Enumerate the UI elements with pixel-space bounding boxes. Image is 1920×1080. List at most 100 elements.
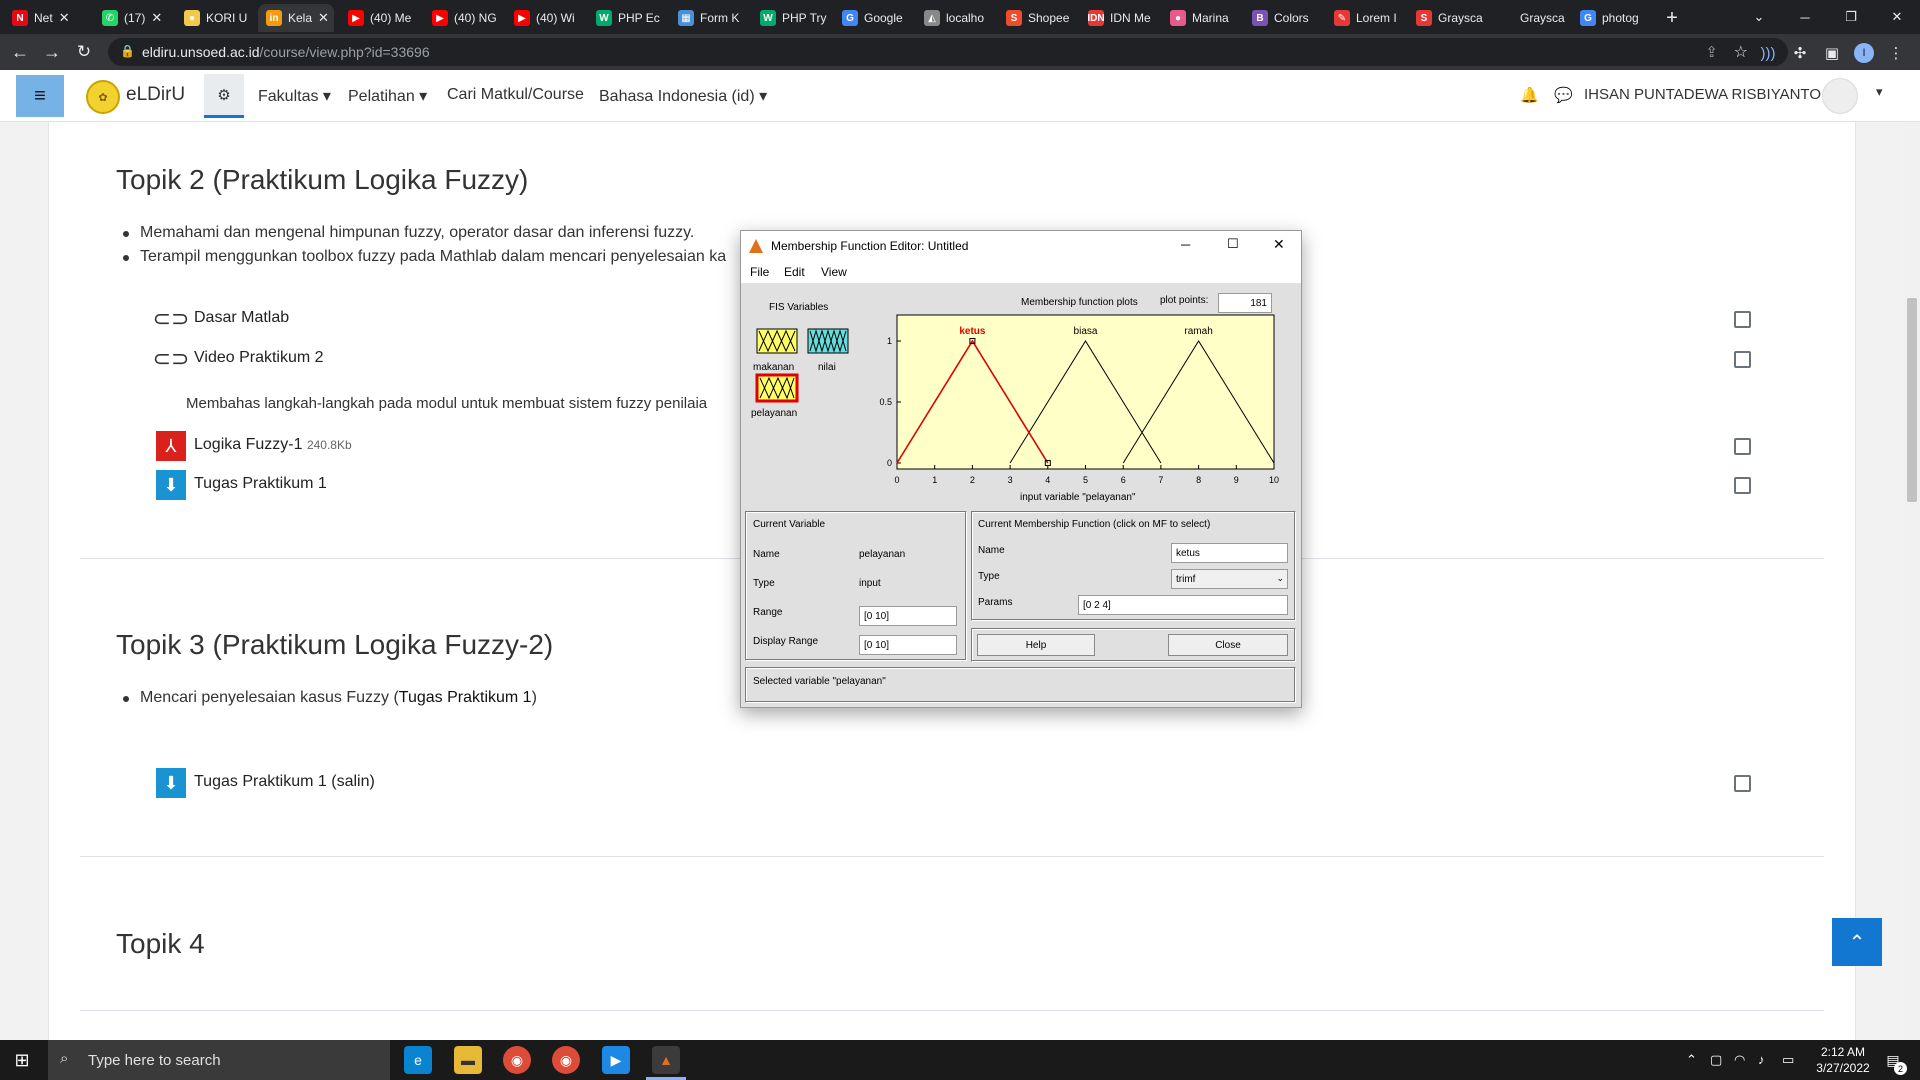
admin-cogs-icon[interactable]: ⚙ [204, 74, 244, 118]
battery-icon[interactable]: ▭ [1782, 1052, 1794, 1068]
minimize-icon[interactable]: ─ [1181, 237, 1190, 252]
extensions-puzzle-icon[interactable]: ✣ [1790, 43, 1810, 63]
edge-icon[interactable]: e [404, 1046, 432, 1074]
assignment-download-icon[interactable]: ⬇ [156, 768, 186, 798]
mf-editor-titlebar[interactable]: Membership Function Editor: Untitled ─ ☐… [741, 231, 1301, 261]
browser-tab[interactable]: ✆ (17) ✕ [94, 4, 170, 32]
user-avatar[interactable] [1822, 78, 1858, 114]
browser-tab[interactable]: ▶ (40) Me [340, 4, 420, 32]
browser-tab[interactable]: ● KORI U [176, 4, 252, 32]
menu-view[interactable]: View [821, 265, 847, 279]
hamburger-menu-icon[interactable]: ≡ [16, 75, 64, 117]
browser-tab[interactable]: W PHP Ec [588, 4, 668, 32]
browser-tab[interactable]: ▦ Form K [670, 4, 750, 32]
messages-icon[interactable]: 💬 [1554, 86, 1573, 104]
nav-fakultas[interactable]: Fakultas ▾ [258, 86, 331, 106]
scrollbar-thumb[interactable] [1907, 298, 1917, 502]
site-brand[interactable]: eLDirU [126, 84, 185, 106]
nav-pelatihan[interactable]: Pelatihan ▾ [348, 86, 427, 106]
input-var-makanan-icon[interactable] [756, 328, 798, 354]
browser-tab[interactable]: Gphotog [1572, 4, 1652, 32]
browser-tab[interactable]: ▶ (40) NG [424, 4, 504, 32]
completion-checkbox[interactable] [1734, 438, 1751, 455]
browser-tab[interactable]: IDN IDN Me [1080, 4, 1160, 32]
scrollbar[interactable] [1904, 122, 1920, 1042]
file-explorer-icon[interactable]: ▬ [454, 1046, 482, 1074]
back-icon[interactable]: ← [8, 40, 32, 64]
browser-tab[interactable]: ● Marina [1162, 4, 1242, 32]
browser-tab[interactable]: ◭ localho [916, 4, 996, 32]
completion-checkbox[interactable] [1734, 351, 1751, 368]
notification-bell-icon[interactable]: 🔔 [1520, 86, 1539, 104]
browser-tab[interactable]: S Graysca [1408, 4, 1488, 32]
menu-edit[interactable]: Edit [784, 265, 805, 279]
assignment-download-icon[interactable]: ⬇ [156, 470, 186, 500]
nav-cari-matkul[interactable]: Cari Matkul/Course [447, 86, 584, 104]
activity-logika-fuzzy-1[interactable]: Logika Fuzzy-1 240.8Kb [194, 436, 352, 454]
site-logo[interactable]: ✿ [86, 80, 120, 114]
plot-points-input[interactable]: 181 [1218, 293, 1272, 313]
back-to-top-button[interactable]: ⌃ [1832, 918, 1882, 966]
maximize-icon[interactable]: ☐ [1227, 236, 1239, 252]
pdf-icon[interactable]: ⅄ [156, 431, 186, 461]
mf-name-input[interactable]: ketus [1171, 543, 1288, 563]
tab-close-icon[interactable]: ✕ [151, 10, 162, 26]
tab-close-icon[interactable]: ✕ [318, 10, 329, 26]
output-var-nilai-icon[interactable] [807, 328, 849, 354]
activity-tugas-praktikum-1[interactable]: Tugas Praktikum 1 [194, 475, 327, 493]
close-window-icon[interactable]: ✕ [1874, 0, 1920, 34]
mf-label-biasa[interactable]: biasa [1074, 326, 1098, 337]
mf-type-select[interactable]: trimf ⌄ [1171, 569, 1288, 589]
tray-device-icon[interactable]: ▢ [1710, 1052, 1722, 1068]
link-icon[interactable]: ⊂⊃ [153, 304, 190, 334]
tab-search-icon[interactable]: ⌄ [1736, 0, 1782, 34]
chrome-profile-icon[interactable]: ◉ [552, 1046, 580, 1074]
mf-plot[interactable]: 0 1 2 3 4 5 6 7 8 9 10 1 0.5 0 biasa ramah ketus [870, 312, 1280, 508]
taskbar-clock[interactable]: 2:12 AM 3/27/2022 [1808, 1044, 1878, 1076]
menu-file[interactable]: File [750, 265, 769, 279]
cv-display-range-input[interactable]: [0 10] [859, 635, 957, 655]
browser-tab[interactable]: S Shopee [998, 4, 1078, 32]
activity-tugas-praktikum-1-salin[interactable]: Tugas Praktikum 1 (salin) [194, 773, 375, 791]
bookmark-star-icon[interactable]: ☆ [1734, 42, 1748, 62]
activity-video-praktikum-2[interactable]: Video Praktikum 2 [194, 349, 324, 367]
browser-tab[interactable]: G Google [834, 4, 914, 32]
browser-tab[interactable]: N Net ✕ [4, 4, 88, 32]
browser-tab[interactable]: in Kela ✕ [258, 4, 334, 32]
user-menu-caret-icon[interactable]: ▾ [1876, 84, 1883, 100]
taskbar-search-box[interactable]: ⌕ Type here to search [48, 1040, 390, 1080]
reload-icon[interactable]: ↻ [72, 40, 96, 64]
browser-menu-icon[interactable]: ⋮ [1886, 43, 1906, 63]
profile-avatar-icon[interactable]: I [1854, 43, 1874, 63]
browser-tab[interactable]: ▶ (40) Wi [506, 4, 586, 32]
wifi-icon[interactable]: ◠ [1734, 1052, 1745, 1068]
browser-tab[interactable]: B Colors [1244, 4, 1324, 32]
browser-tab[interactable]: W PHP Try [752, 4, 832, 32]
mf-label-ramah[interactable]: ramah [1184, 326, 1212, 337]
close-button[interactable]: Close [1168, 634, 1288, 656]
completion-checkbox[interactable] [1734, 775, 1751, 792]
cv-range-input[interactable]: [0 10] [859, 606, 957, 626]
completion-checkbox[interactable] [1734, 477, 1751, 494]
nav-language[interactable]: Bahasa Indonesia (id) ▾ [599, 86, 767, 106]
link-icon[interactable]: ⊂⊃ [153, 344, 190, 374]
browser-tab[interactable]: Graysca [1490, 4, 1570, 32]
address-bar[interactable]: 🔒 eldiru.unsoed.ac.id/course/view.php?id… [108, 38, 1788, 66]
activity-dasar-matlab[interactable]: Dasar Matlab [194, 309, 289, 327]
minimize-icon[interactable]: ─ [1782, 0, 1828, 34]
browser-tab[interactable]: ✎ Lorem I [1326, 4, 1406, 32]
mf-params-input[interactable]: [0 2 4] [1078, 595, 1288, 615]
completion-checkbox[interactable] [1734, 311, 1751, 328]
restore-icon[interactable]: ❐ [1828, 0, 1874, 34]
forward-icon[interactable]: → [40, 40, 64, 64]
user-name[interactable]: IHSAN PUNTADEWA RISBIYANTO [1584, 86, 1821, 103]
help-button[interactable]: Help [977, 634, 1095, 656]
tab-close-icon[interactable]: ✕ [59, 10, 70, 26]
extension-wave-icon[interactable]: ))) [1758, 43, 1778, 63]
matlab-taskbar-icon[interactable]: ▲ [652, 1046, 680, 1074]
chrome-icon[interactable]: ◉ [503, 1046, 531, 1074]
input-var-pelayanan-icon[interactable] [755, 373, 799, 403]
media-player-icon[interactable]: ▶ [602, 1046, 630, 1074]
close-icon[interactable]: ✕ [1273, 236, 1285, 253]
side-panel-icon[interactable]: ▣ [1822, 43, 1842, 63]
